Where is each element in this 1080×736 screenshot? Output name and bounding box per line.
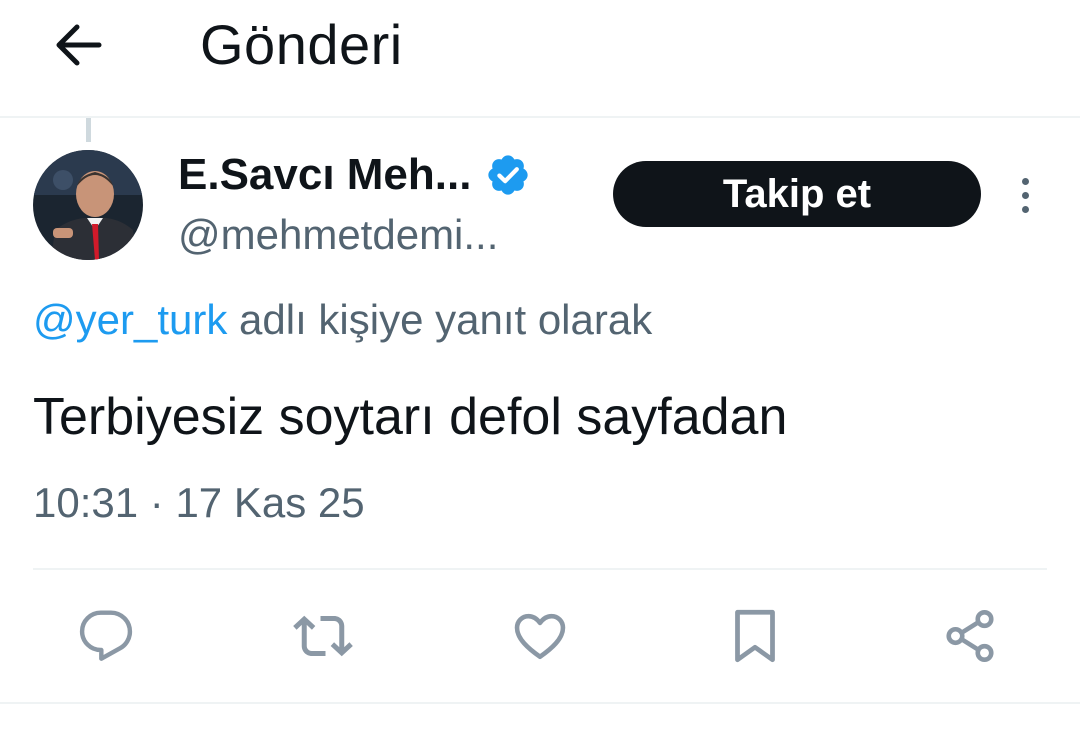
reply-context-text: adlı kişiye yanıt olarak	[227, 296, 653, 343]
reply-mention-link[interactable]: @yer_turk	[33, 296, 227, 343]
page-title: Gönderi	[200, 13, 403, 76]
reply-button[interactable]	[74, 604, 138, 668]
author-display-name: E.Savcı Meh...	[178, 150, 472, 199]
more-options-button[interactable]	[1008, 170, 1042, 220]
timestamp-separator: ·	[138, 479, 176, 526]
reply-context: @yer_turk adlı kişiye yanıt olarak	[33, 294, 652, 346]
more-vertical-icon	[1021, 177, 1029, 213]
share-icon	[946, 610, 994, 662]
verified-badge-icon	[485, 152, 531, 198]
author-name-row[interactable]: E.Savcı Meh...	[178, 150, 531, 200]
tweet-text: Terbiyesiz soytarı defol sayfadan	[33, 388, 788, 446]
back-button[interactable]	[50, 20, 106, 70]
arrow-left-icon	[56, 24, 102, 66]
action-bar	[0, 598, 1080, 674]
divider	[33, 568, 1047, 570]
follow-button[interactable]: Takip et	[613, 161, 981, 227]
share-button[interactable]	[938, 604, 1002, 668]
retweet-icon	[293, 615, 353, 657]
author-handle[interactable]: @mehmetdemi...	[178, 210, 498, 260]
thread-connector	[86, 118, 91, 142]
bookmark-icon	[735, 609, 775, 663]
tweet-time[interactable]: 10:31	[33, 479, 138, 526]
heart-icon	[514, 613, 566, 660]
divider	[0, 702, 1080, 704]
tweet-date[interactable]: 17 Kas 25	[175, 479, 364, 526]
avatar[interactable]	[33, 150, 143, 260]
tweet-timestamp: 10:31 · 17 Kas 25	[33, 477, 365, 529]
reply-icon	[79, 610, 133, 661]
bookmark-button[interactable]	[723, 604, 787, 668]
retweet-button[interactable]	[291, 604, 355, 668]
top-bar: Gönderi	[0, 0, 1080, 118]
like-button[interactable]	[508, 604, 572, 668]
avatar-image	[33, 150, 143, 260]
